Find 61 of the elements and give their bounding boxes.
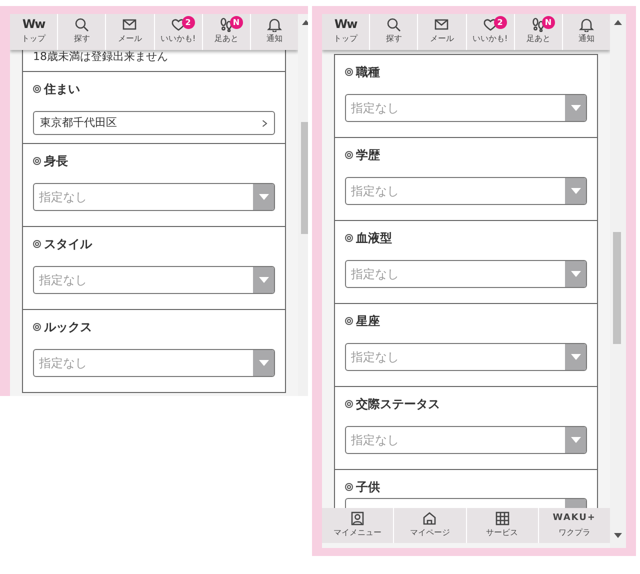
- notification-badge: N: [230, 16, 243, 29]
- field-label: 学歴: [356, 147, 380, 164]
- nav-item[interactable]: サービス: [466, 508, 539, 543]
- notification-badge: 2: [494, 16, 507, 29]
- bell-icon: [266, 17, 282, 32]
- mail-icon: [122, 17, 138, 32]
- field-label: スタイル: [44, 236, 92, 253]
- nav-item[interactable]: WAKU+ ワクプラ: [538, 508, 610, 543]
- field-label: 子供: [356, 479, 380, 496]
- bullet-icon: [345, 400, 353, 408]
- caret-icon: [253, 350, 274, 376]
- nav-item[interactable]: 通知: [250, 14, 298, 50]
- logo: Ww: [22, 17, 45, 32]
- footprints-icon: [218, 17, 234, 32]
- caret-icon: [565, 178, 586, 204]
- nav-item[interactable]: Ww トップ: [322, 14, 370, 50]
- nav-item[interactable]: マイメニュー: [322, 508, 394, 543]
- caret-icon: [253, 184, 274, 210]
- location-field[interactable]: 東京都千代田区: [33, 111, 275, 135]
- home-icon: [422, 511, 438, 526]
- nav-item[interactable]: 2 いいかも!: [466, 14, 515, 50]
- search-icon: [386, 17, 402, 32]
- profile-icon: [350, 511, 366, 526]
- caret-icon: [253, 267, 274, 293]
- nav-item[interactable]: 通知: [562, 14, 610, 50]
- mail-icon: [434, 17, 450, 32]
- caret-icon: [565, 261, 586, 287]
- field-label: 職種: [356, 64, 380, 81]
- notification-badge: N: [542, 16, 555, 29]
- field-label: 交際ステータス: [356, 396, 440, 413]
- bullet-icon: [33, 85, 41, 93]
- wordmark-logo: WAKU+: [552, 512, 596, 525]
- nav-item[interactable]: 探す: [370, 14, 418, 50]
- logo: Ww: [334, 17, 357, 32]
- caret-icon: [565, 427, 586, 453]
- bullet-icon: [33, 323, 41, 331]
- grid-icon: [494, 511, 510, 526]
- search-icon: [74, 17, 90, 32]
- bullet-icon: [33, 157, 41, 165]
- chevron-right-icon: [262, 118, 268, 128]
- bullet-icon: [345, 483, 353, 491]
- bullet-icon: [345, 317, 353, 325]
- heart-icon: [482, 17, 498, 32]
- caret-icon: [565, 95, 586, 121]
- bullet-icon: [345, 151, 353, 159]
- footprints-icon: [530, 17, 546, 32]
- caret-icon: [565, 344, 586, 370]
- nav-item[interactable]: マイページ: [394, 508, 466, 543]
- field-label: 身長: [44, 153, 68, 170]
- heart-icon: [170, 17, 186, 32]
- bullet-icon: [345, 68, 353, 76]
- bullet-icon: [33, 240, 41, 248]
- nav-item[interactable]: メール: [418, 14, 467, 50]
- field-label: 住まい: [44, 81, 80, 98]
- notification-badge: 2: [182, 16, 195, 29]
- field-label: 血液型: [356, 230, 392, 247]
- nav-item[interactable]: N 足あと: [514, 14, 563, 50]
- bell-icon: [578, 17, 594, 32]
- field-label: 星座: [356, 313, 380, 330]
- bullet-icon: [345, 234, 353, 242]
- field-label: ルックス: [44, 319, 92, 336]
